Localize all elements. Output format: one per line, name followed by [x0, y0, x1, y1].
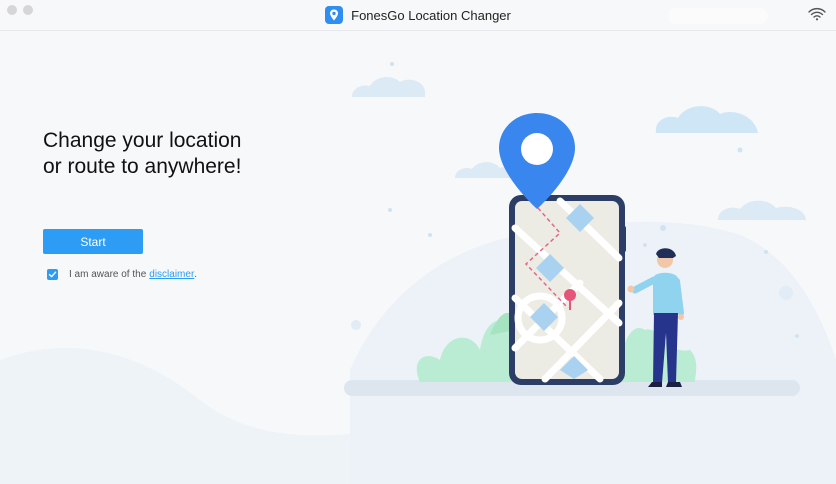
disclaimer-checkbox[interactable]: [47, 268, 58, 280]
wifi-icon[interactable]: [808, 7, 826, 21]
phone-map-illustration: [499, 113, 684, 387]
disclaimer-consent: I am aware of the disclaimer .: [47, 267, 197, 281]
title-bar: FonesGo Location Changer: [0, 0, 836, 31]
disclaimer-prefix: I am aware of the: [69, 268, 147, 280]
disclaimer-suffix: .: [194, 268, 198, 280]
checkmark-icon: [48, 271, 57, 277]
location-pin-icon: [499, 113, 575, 209]
headline: Change your location or route to anywher…: [43, 129, 242, 178]
start-button[interactable]: Start: [43, 229, 143, 254]
titlebar-field: [668, 8, 768, 24]
app-logo-icon: [325, 6, 344, 24]
background-illustration: [0, 62, 836, 484]
disclaimer-link[interactable]: disclaimer: [149, 269, 194, 280]
window-title: FonesGo Location Changer: [351, 7, 511, 23]
